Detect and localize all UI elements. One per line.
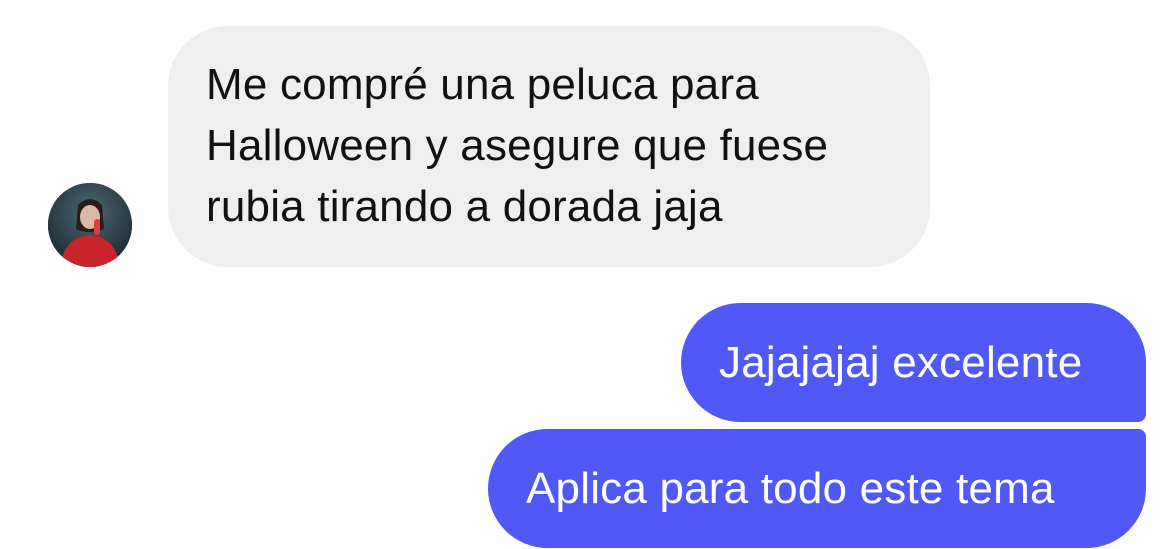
incoming-message-bubble[interactable]: Me compré una peluca para Halloween y as…: [168, 26, 930, 267]
avatar-photo-icon: [48, 183, 132, 267]
outgoing-message-text: Jajajajaj excelente: [719, 338, 1083, 387]
incoming-message-line: Halloween y asegure que fuese: [206, 121, 829, 170]
incoming-message-line: rubia tirando a dorada jaja: [206, 182, 723, 231]
chat-thread: Me compré una peluca para Halloween y as…: [0, 0, 1170, 549]
outgoing-message-bubble[interactable]: Jajajajaj excelente: [681, 303, 1146, 422]
incoming-message-line: Me compré una peluca para: [206, 60, 759, 109]
contact-avatar[interactable]: [48, 183, 132, 267]
outgoing-message-bubble[interactable]: Aplica para todo este tema: [488, 429, 1146, 548]
outgoing-message-text: Aplica para todo este tema: [526, 464, 1055, 513]
